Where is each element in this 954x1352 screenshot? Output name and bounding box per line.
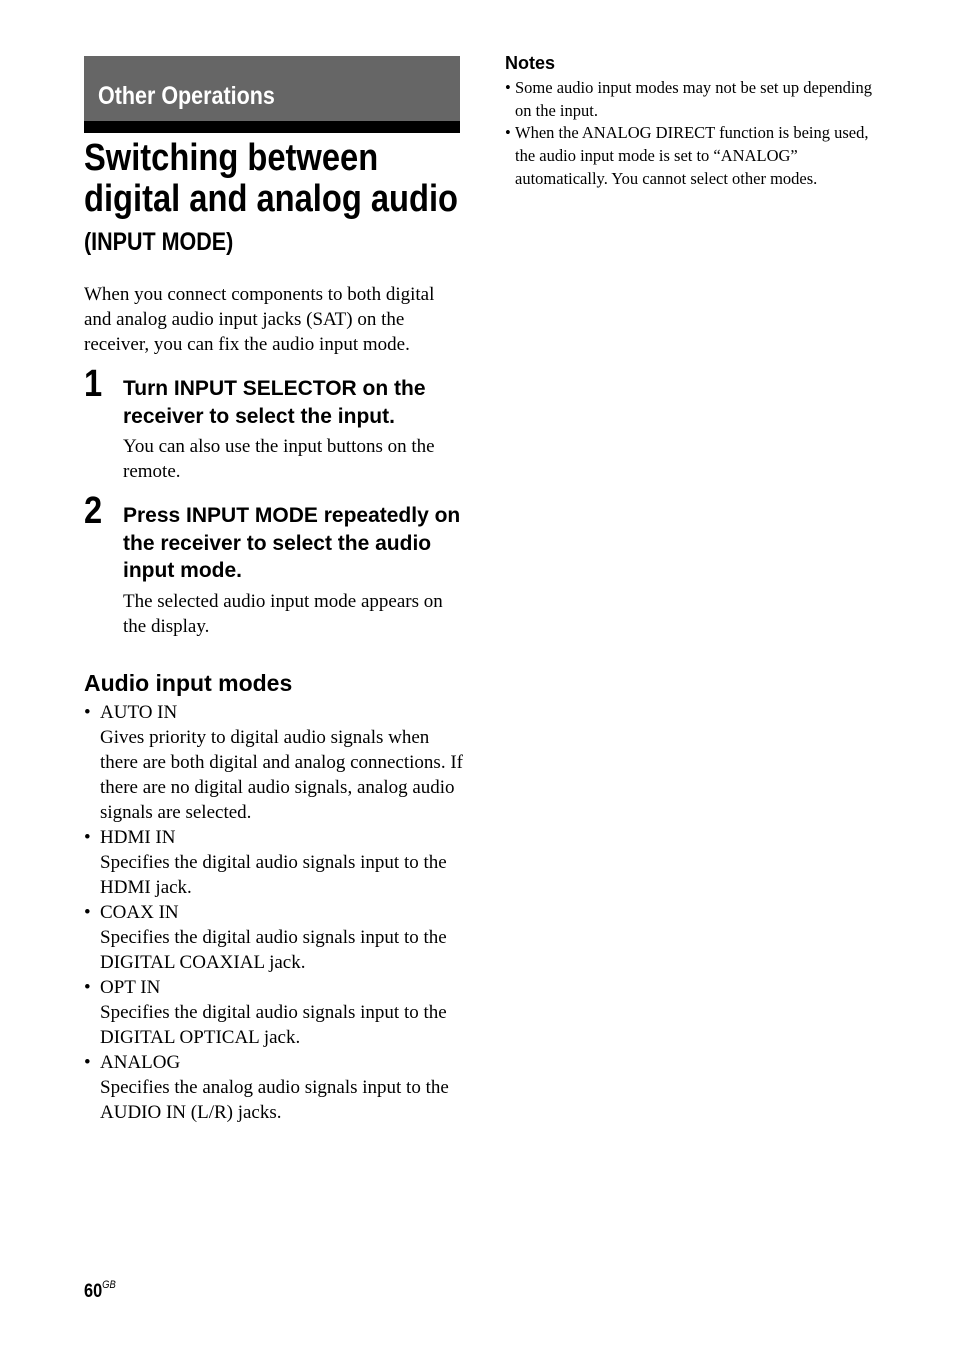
- notes-list: • Some audio input modes may not be set …: [505, 77, 875, 191]
- mode-name: HDMI IN: [100, 827, 176, 848]
- list-item: • AUTO IN Gives priority to digital audi…: [84, 700, 464, 825]
- audio-modes-list: • AUTO IN Gives priority to digital audi…: [84, 700, 464, 1125]
- mode-description: Specifies the analog audio signals input…: [100, 1077, 449, 1123]
- list-item: • HDMI IN Specifies the digital audio si…: [84, 825, 464, 900]
- section-title: Other Operations: [98, 82, 275, 110]
- mode-description: Specifies the digital audio signals inpu…: [100, 927, 447, 973]
- mode-name: COAX IN: [100, 902, 179, 923]
- bullet-icon: •: [505, 123, 511, 143]
- bullet-icon: •: [505, 78, 511, 97]
- step-body-2: The selected audio input mode appears on…: [123, 591, 443, 637]
- page-title: Switching between digital and analog aud…: [84, 138, 458, 220]
- list-item: • OPT IN Specifies the digital audio sig…: [84, 975, 464, 1050]
- mode-description: Specifies the digital audio signals inpu…: [100, 852, 447, 898]
- page-title-line-1: Switching between: [84, 137, 379, 179]
- audio-modes-heading: Audio input modes: [84, 670, 293, 696]
- list-item: • COAX IN Specifies the digital audio si…: [84, 900, 464, 975]
- mode-description: Specifies the digital audio signals inpu…: [100, 1002, 447, 1048]
- step-body-1: You can also use the input buttons on th…: [123, 436, 435, 482]
- note-item: • When the ANALOG DIRECT function is bei…: [505, 122, 875, 190]
- list-item: • ANALOG Specifies the analog audio sign…: [84, 1050, 464, 1125]
- page-number-value: 60: [84, 1281, 103, 1302]
- step-heading-2: Press INPUT MODE repeatedly on the recei…: [123, 504, 461, 582]
- step-number-2: 2: [84, 490, 103, 532]
- mode-name: ANALOG: [100, 1052, 181, 1073]
- bullet-icon: •: [84, 827, 91, 848]
- notes-heading: Notes: [505, 53, 556, 73]
- page-subtitle: (INPUT MODE): [84, 228, 234, 256]
- step-number-1: 1: [84, 363, 103, 405]
- intro-paragraph: When you connect components to both digi…: [84, 284, 435, 355]
- bullet-icon: •: [84, 902, 91, 923]
- page-number: 60GB: [84, 1279, 116, 1303]
- mode-name: OPT IN: [100, 977, 161, 998]
- bullet-icon: •: [84, 977, 91, 998]
- bullet-icon: •: [84, 1052, 91, 1073]
- note-text: Some audio input modes may not be set up…: [515, 78, 872, 120]
- bullet-icon: •: [84, 702, 91, 723]
- page-title-line-2: digital and analog audio: [84, 178, 459, 220]
- section-divider: [84, 121, 460, 133]
- note-text: When the ANALOG DIRECT function is being…: [515, 123, 869, 188]
- mode-name: AUTO IN: [100, 702, 178, 723]
- mode-description: Gives priority to digital audio signals …: [100, 727, 463, 823]
- step-heading-1: Turn INPUT SELECTOR on the receiver to s…: [123, 377, 426, 428]
- page-number-suffix: GB: [102, 1279, 116, 1291]
- section-band: Other Operations: [84, 56, 460, 121]
- note-item: • Some audio input modes may not be set …: [505, 77, 875, 122]
